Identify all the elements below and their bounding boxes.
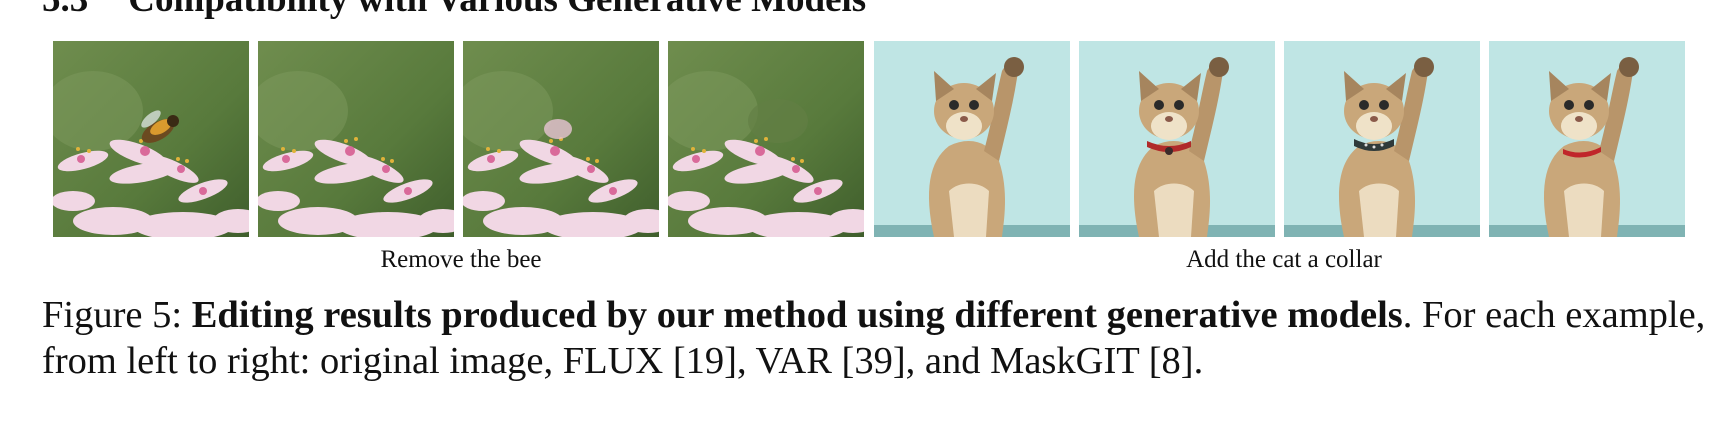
section-number: 5.3 xyxy=(42,0,88,21)
section-title: Compatibility with Various Generative Mo… xyxy=(128,0,866,20)
bee-original-image xyxy=(53,41,249,237)
section-heading: 5.3 Compatibility with Various Generative… xyxy=(42,0,866,21)
bee-group-label: Remove the bee xyxy=(380,246,542,273)
cat-maskgit-image xyxy=(1489,41,1685,237)
figure-caption: Figure 5: Editing results produced by ou… xyxy=(42,292,1712,384)
figure-caption-title: Editing results produced by our method u… xyxy=(191,294,1403,336)
bee-var-image xyxy=(463,41,659,237)
cat-flux-image xyxy=(1079,41,1275,237)
cat-group-label: Add the cat a collar xyxy=(1186,246,1382,273)
cat-original-image xyxy=(874,41,1070,237)
figure-label: Figure 5: xyxy=(42,294,183,336)
bee-maskgit-image xyxy=(668,41,864,237)
cat-var-image xyxy=(1284,41,1480,237)
bee-flux-image xyxy=(258,41,454,237)
